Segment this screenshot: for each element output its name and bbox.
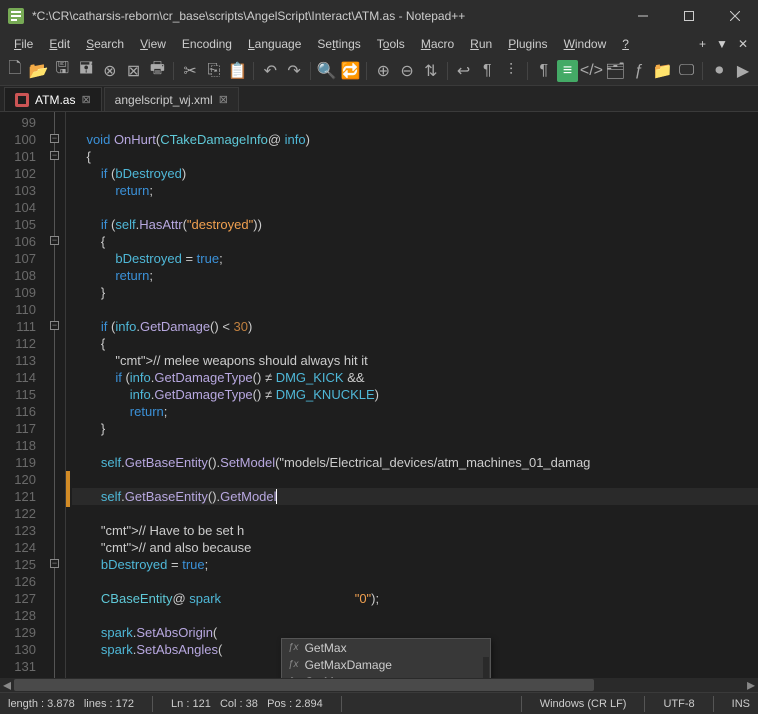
doc-list-icon[interactable]: 🗂 bbox=[604, 60, 626, 82]
doc-map-icon[interactable]: ≡ bbox=[557, 60, 579, 82]
file-dirty-icon bbox=[15, 93, 29, 107]
wordwrap-icon[interactable]: ↩ bbox=[453, 60, 475, 82]
lang-icon[interactable]: ¶ bbox=[533, 60, 555, 82]
copy-icon[interactable]: ⎘ bbox=[203, 60, 225, 82]
menu-run[interactable]: Run bbox=[462, 35, 500, 53]
toolbar: 🗋 📂 🖫 🖬 ⊗ ⊠ 🖶 ✂ ⎘ 📋 ↶ ↷ 🔍 🔁 ⊕ ⊖ ⇅ ↩ ¶ ⫶ … bbox=[0, 56, 758, 86]
redo-icon[interactable]: ↷ bbox=[283, 60, 305, 82]
tab-angelscript-xml[interactable]: angelscript_wj.xml ⊠ bbox=[104, 87, 239, 111]
menu-file[interactable]: File bbox=[6, 35, 41, 53]
zoom-out-icon[interactable]: ⊖ bbox=[396, 60, 418, 82]
add-icon[interactable]: + bbox=[699, 37, 706, 51]
cut-icon[interactable]: ✂ bbox=[179, 60, 201, 82]
status-mode[interactable]: INS bbox=[732, 698, 750, 710]
editor[interactable]: 9910010110210310410510610710810911011111… bbox=[0, 112, 758, 678]
tab-close-icon[interactable]: ⊠ bbox=[81, 93, 90, 106]
menu-tools[interactable]: Tools bbox=[369, 35, 413, 53]
scroll-thumb[interactable] bbox=[14, 679, 594, 691]
play-macro-icon[interactable]: ▶ bbox=[732, 60, 754, 82]
show-chars-icon[interactable]: ¶ bbox=[476, 60, 498, 82]
print-icon[interactable]: 🖶 bbox=[147, 60, 169, 82]
code-area[interactable]: void OnHurt(CTakeDamageInfo@ info) { if … bbox=[72, 112, 758, 678]
code-fold-icon[interactable]: </> bbox=[580, 60, 602, 82]
scroll-right-icon[interactable]: ▸ bbox=[744, 678, 758, 692]
status-eol[interactable]: Windows (CR LF) bbox=[540, 698, 627, 710]
maximize-button[interactable] bbox=[666, 0, 712, 32]
menu-encoding[interactable]: Encoding bbox=[174, 35, 240, 53]
statusbar: length : 3.878 lines : 172 Ln : 121 Col … bbox=[0, 692, 758, 714]
tab-label: angelscript_wj.xml bbox=[115, 93, 213, 107]
tab-close-icon[interactable]: ⊠ bbox=[219, 93, 228, 106]
close-all-icon[interactable]: ✕ bbox=[738, 37, 748, 51]
save-icon[interactable]: 🖫 bbox=[52, 60, 74, 82]
menu-settings[interactable]: Settings bbox=[309, 35, 368, 53]
modification-gutter bbox=[66, 112, 72, 678]
app-icon bbox=[8, 8, 24, 24]
autocomplete-item[interactable]: ƒxGetMax bbox=[282, 639, 490, 656]
status-length: length : 3.878 lines : 172 bbox=[8, 698, 134, 710]
horizontal-scrollbar[interactable]: ◂ ▸ bbox=[0, 678, 758, 692]
save-all-icon[interactable]: 🖬 bbox=[75, 60, 97, 82]
open-file-icon[interactable]: 📂 bbox=[28, 60, 50, 82]
status-encoding[interactable]: UTF-8 bbox=[663, 698, 694, 710]
tab-atm[interactable]: ATM.as ⊠ bbox=[4, 87, 102, 111]
monitor-icon[interactable]: 🖵 bbox=[676, 60, 698, 82]
scroll-left-icon[interactable]: ◂ bbox=[0, 678, 14, 692]
menu-help[interactable]: ? bbox=[614, 35, 637, 53]
close-file-icon[interactable]: ⊗ bbox=[99, 60, 121, 82]
fold-gutter[interactable] bbox=[44, 112, 66, 678]
close-all-files-icon[interactable]: ⊠ bbox=[123, 60, 145, 82]
find-icon[interactable]: 🔍 bbox=[316, 60, 338, 82]
menu-window[interactable]: Window bbox=[556, 35, 615, 53]
menubar: File Edit Search View Encoding Language … bbox=[0, 32, 758, 56]
tabbar: ATM.as ⊠ angelscript_wj.xml ⊠ bbox=[0, 86, 758, 112]
close-button[interactable] bbox=[712, 0, 758, 32]
menu-view[interactable]: View bbox=[132, 35, 174, 53]
line-number-gutter: 9910010110210310410510610710810911011111… bbox=[0, 112, 44, 678]
status-position: Ln : 121 Col : 38 Pos : 2.894 bbox=[171, 698, 323, 710]
menu-edit[interactable]: Edit bbox=[41, 35, 78, 53]
func-list-icon[interactable]: ƒ bbox=[628, 60, 650, 82]
tab-label: ATM.as bbox=[35, 93, 75, 107]
new-file-icon[interactable]: 🗋 bbox=[4, 60, 26, 82]
paste-icon[interactable]: 📋 bbox=[227, 60, 249, 82]
function-icon: ƒx bbox=[288, 642, 299, 653]
titlebar: *C:\CR\catharsis-reborn\cr_base\scripts\… bbox=[0, 0, 758, 32]
autocomplete-item[interactable]: ƒxGetMaxDamage bbox=[282, 656, 490, 673]
menu-plugins[interactable]: Plugins bbox=[500, 35, 555, 53]
zoom-in-icon[interactable]: ⊕ bbox=[372, 60, 394, 82]
indent-guide-icon[interactable]: ⫶ bbox=[500, 60, 522, 82]
window-title: *C:\CR\catharsis-reborn\cr_base\scripts\… bbox=[32, 9, 620, 23]
sync-scroll-icon[interactable]: ⇅ bbox=[420, 60, 442, 82]
undo-icon[interactable]: ↶ bbox=[259, 60, 281, 82]
menu-language[interactable]: Language bbox=[240, 35, 309, 53]
menu-search[interactable]: Search bbox=[78, 35, 132, 53]
function-icon: ƒx bbox=[288, 676, 299, 678]
record-macro-icon[interactable]: ⏺ bbox=[708, 60, 730, 82]
minimize-button[interactable] bbox=[620, 0, 666, 32]
menu-macro[interactable]: Macro bbox=[413, 35, 462, 53]
autocomplete-popup[interactable]: ƒxGetMaxƒxGetMaxDamageƒxGetMemoryƒxGetMi… bbox=[281, 638, 491, 678]
autocomplete-item[interactable]: ƒxGetMemory bbox=[282, 673, 490, 678]
function-icon: ƒx bbox=[288, 659, 299, 670]
replace-icon[interactable]: 🔁 bbox=[340, 60, 362, 82]
dropdown-icon[interactable]: ▼ bbox=[716, 37, 728, 51]
folder-panel-icon[interactable]: 📁 bbox=[652, 60, 674, 82]
